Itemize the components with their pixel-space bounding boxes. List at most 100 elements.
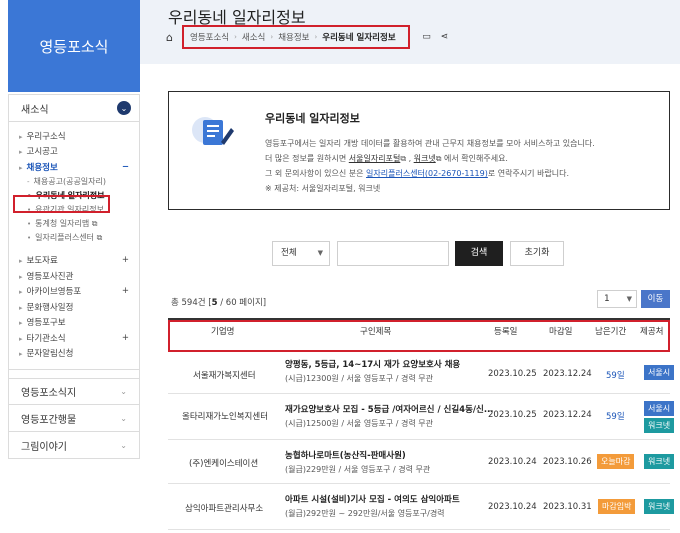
registered-date: 2023.10.25 xyxy=(488,369,537,379)
seoul-jobs-link[interactable]: 서울일자리포털 xyxy=(349,154,401,163)
sidebar-item[interactable]: ▸ 영등포사진관 xyxy=(9,268,139,284)
breadcrumb: 영등포소식 › 새소식 › 채용정보 › 우리동네 일자리정보 xyxy=(182,25,410,49)
sidebar-group[interactable]: 영등포간행물 ⌄ xyxy=(8,405,140,432)
registered-date: 2023.10.24 xyxy=(488,457,537,467)
provider-badge[interactable]: 워크넷 xyxy=(644,454,675,469)
sidebar-item[interactable]: ▸ 문화행사일정 xyxy=(9,299,139,315)
bullet-icon: ▸ xyxy=(19,257,23,266)
job-details: (월급)292만원 ~ 292만원/서울 영등포구/경력 xyxy=(285,509,445,518)
column-header: 기업명 xyxy=(211,327,235,337)
sidebar-subitem[interactable]: - 채용공고(공공일자리) xyxy=(9,175,139,189)
search-button[interactable]: 검색 xyxy=(455,241,503,266)
sidebar-subitem[interactable]: • 일자리플러스센터 ⧉ xyxy=(9,231,139,245)
share-icon[interactable]: ⋖ xyxy=(438,31,451,43)
reset-button[interactable]: 초기화 xyxy=(510,241,564,266)
sidebar-item[interactable]: ▸ 고시공고 xyxy=(9,144,139,160)
worknet-link[interactable]: 워크넷 xyxy=(414,154,436,163)
expand-icon: + xyxy=(121,332,129,343)
registered-date: 2023.10.24 xyxy=(488,502,537,512)
provider-badge[interactable]: 서울시 xyxy=(644,365,675,380)
bullet-icon: ▸ xyxy=(19,288,23,297)
breadcrumb-item[interactable]: 영등포소식 xyxy=(190,31,229,43)
page-select[interactable]: 1 ▼ xyxy=(597,290,637,308)
column-header: 마감일 xyxy=(549,327,573,337)
print-icon[interactable]: ▭ xyxy=(420,31,433,43)
group-label: 영등포소식지 xyxy=(21,388,77,399)
sidebar-item[interactable]: ▸ 문자알림신청 xyxy=(9,346,139,362)
chevron-right-icon: › xyxy=(270,33,274,41)
breadcrumb-item[interactable]: 새소식 xyxy=(242,31,265,43)
search-input[interactable] xyxy=(337,241,449,266)
expand-icon: + xyxy=(121,286,129,297)
chevron-down-icon: ⌄ xyxy=(120,387,127,396)
home-icon[interactable]: ⌂ xyxy=(166,31,173,44)
sidebar-item[interactable]: ▸ 타기관소식 + xyxy=(9,330,139,346)
dash-icon: - xyxy=(27,177,30,186)
remaining-days: 59일 xyxy=(606,412,625,422)
go-button[interactable]: 이동 xyxy=(641,290,670,308)
job-details: (월급)229만원 / 서울 영등포구 / 경력 무관 xyxy=(285,465,431,474)
text: 그 외 문의사항이 있으신 분은 xyxy=(265,169,367,178)
sidebar-item-jobs[interactable]: ▸ 채용정보 − xyxy=(9,159,139,175)
job-center-link[interactable]: 일자리플러스센터(02-2670-1119) xyxy=(366,169,488,178)
provider-badge[interactable]: 워크넷 xyxy=(644,499,675,514)
sidebar-item-label: 보도자료 xyxy=(26,256,58,267)
job-title-link[interactable]: 농협하나로마트(농산직-판매사원) xyxy=(285,449,406,461)
info-title: 우리동네 일자리정보 xyxy=(265,112,360,125)
sidebar-item-label: 영등포사진관 xyxy=(26,271,74,282)
sidebar-item-label: 우리구소식 xyxy=(26,131,66,142)
text: 로 연락주시기 바랍니다. xyxy=(487,169,570,178)
sidebar-item-label: 고시공고 xyxy=(26,147,58,158)
sidebar-section-label: 새소식 xyxy=(21,104,49,116)
bullet-icon: ▸ xyxy=(19,334,23,343)
provider-badge[interactable]: 워크넷 xyxy=(644,418,675,433)
info-text: 영등포구에서는 일자리 개방 데이터를 활용하여 관내 근무지 채용정보를 모아… xyxy=(265,139,595,148)
result-count: 총 594건 [5 / 60 페이지] xyxy=(171,296,266,308)
sidebar-group[interactable]: 영등포소식지 ⌄ xyxy=(8,378,140,405)
sidebar-item-label: 영등포구보 xyxy=(26,318,66,329)
sidebar-title: 영등포소식 xyxy=(8,0,140,92)
bullet-icon: ▸ xyxy=(19,163,23,172)
info-box: 우리동네 일자리정보 영등포구에서는 일자리 개방 데이터를 활용하여 관내 근… xyxy=(168,91,670,210)
info-text: 그 외 문의사항이 있으신 분은 일자리플러스센터(02-2670-1119)로… xyxy=(265,168,569,179)
sidebar-item[interactable]: ▸ 보도자료 + xyxy=(9,253,139,269)
expand-icon: + xyxy=(121,255,129,266)
text: ⧉ , xyxy=(400,154,414,163)
sidebar-item-label: 아카이브영등포 xyxy=(26,287,82,298)
chevron-right-icon: › xyxy=(314,33,318,41)
sidebar-subitem[interactable]: • 통계청 일자리맵 ⧉ xyxy=(9,217,139,231)
provider-badge[interactable]: 서울시 xyxy=(644,401,675,416)
column-header: 구인제목 xyxy=(360,327,392,337)
subitem-label: 채용공고(공공일자리) xyxy=(33,177,107,186)
sidebar-section-toggle[interactable]: 새소식 ⌄ xyxy=(8,94,140,122)
highlight-box xyxy=(13,195,110,213)
sidebar-item[interactable]: ▸ 우리구소식 xyxy=(9,128,139,144)
company-name: (주)엔케이스테이션 xyxy=(189,459,259,469)
sidebar-item[interactable]: ▸ 아카이브영등포 + xyxy=(9,284,139,300)
breadcrumb-item[interactable]: 채용정보 xyxy=(278,31,309,43)
sidebar-item[interactable]: ▸ 영등포구보 xyxy=(9,315,139,331)
column-header: 제공처 xyxy=(640,327,664,337)
bullet-icon: ▸ xyxy=(19,148,23,157)
remaining-days: 59일 xyxy=(606,371,625,381)
job-details: (시급)12500원 / 서울 영등포구 / 경력 무관 xyxy=(285,419,434,428)
job-title-link[interactable]: 재가요양보호사 모집 - 5등급 /여자어르신 / 신길4동/신... xyxy=(285,403,494,415)
chevron-down-icon: ⌄ xyxy=(120,413,127,423)
sidebar-item-label: 채용정보 xyxy=(26,162,58,173)
select-value: 1 xyxy=(604,294,610,304)
bullet-icon: ▸ xyxy=(19,319,23,328)
company-name: 삼익아파트관리사무소 xyxy=(185,504,264,514)
sidebar-group[interactable]: 그림이야기 ⌄ xyxy=(8,432,140,459)
job-title-link[interactable]: 아파트 시설(설비)기사 모집 - 여의도 삼익아파트 xyxy=(285,493,460,505)
info-source: ※ 제공처: 서울일자리포털, 워크넷 xyxy=(265,184,381,193)
document-pen-icon xyxy=(192,117,234,145)
registered-date: 2023.10.25 xyxy=(488,410,537,420)
deadline-date: 2023.12.24 xyxy=(543,369,592,379)
collapse-icon: − xyxy=(121,161,129,172)
group-label: 영등포간행물 xyxy=(21,414,77,426)
bullet-icon: ▸ xyxy=(19,132,23,141)
search-category-select[interactable]: 전체 ▼ xyxy=(272,241,330,266)
chevron-down-icon: ⌄ xyxy=(120,440,127,450)
text: / 60 페이지] xyxy=(217,298,267,308)
job-title-link[interactable]: 양평동, 5등급, 14~17시 재가 요양보호사 채용 xyxy=(285,358,460,370)
